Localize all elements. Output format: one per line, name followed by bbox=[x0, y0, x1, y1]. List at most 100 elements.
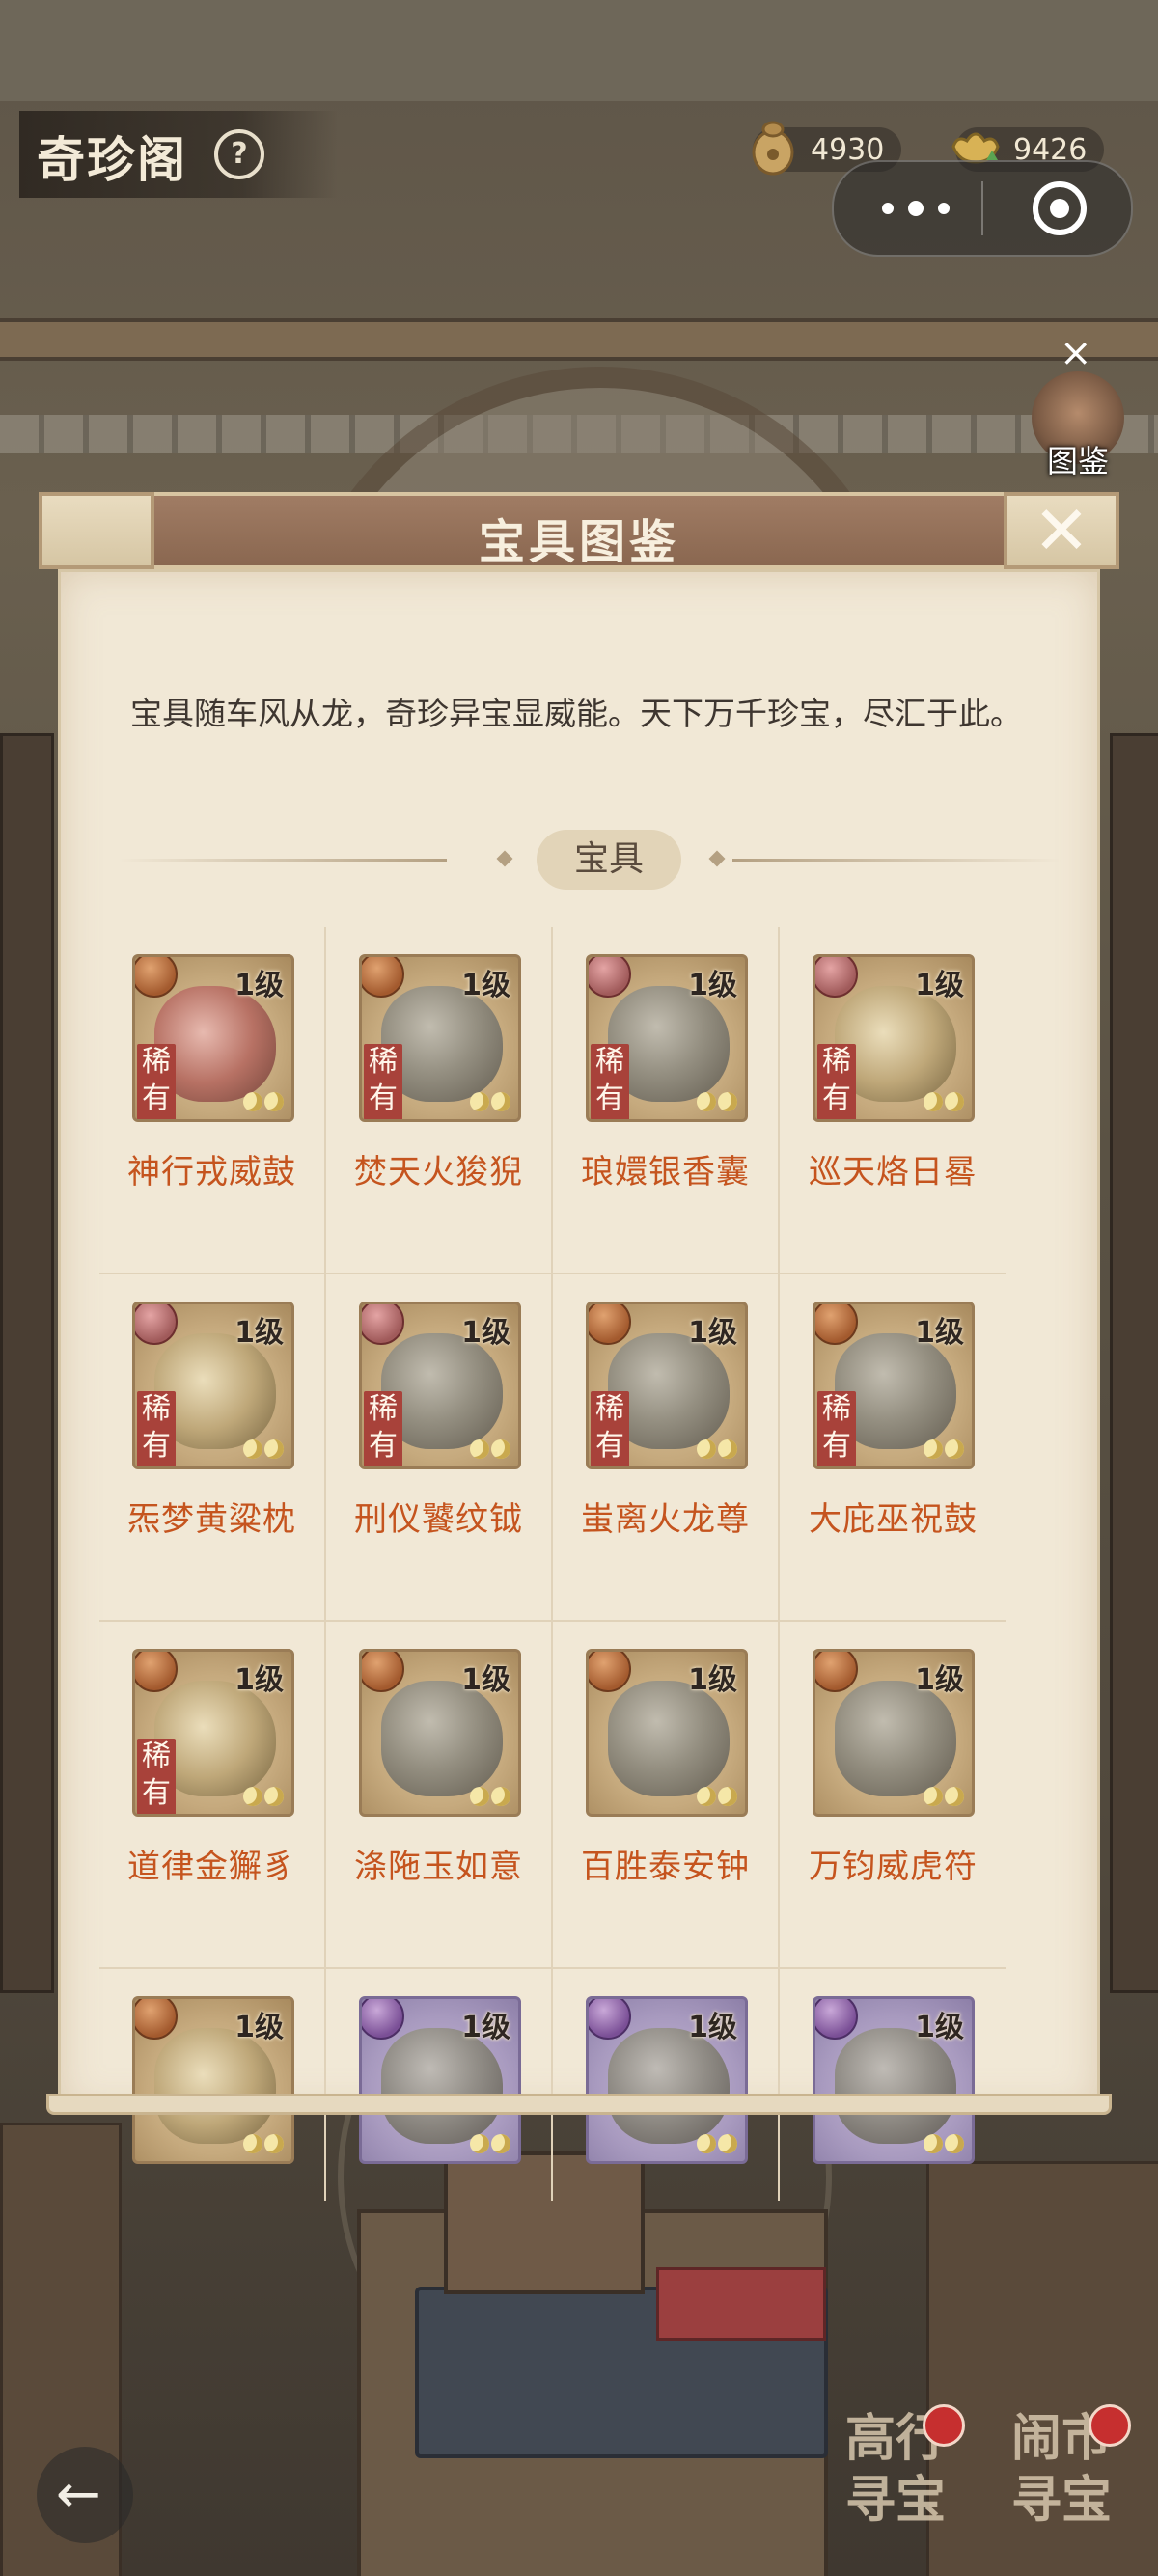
treasure-card: 1级稀有 bbox=[586, 1302, 748, 1469]
treasure-item[interactable]: 1级稀有大庇巫祝鼓 bbox=[780, 1274, 1006, 1622]
treasure-card: 1级 bbox=[586, 1996, 748, 2164]
section-divider-left bbox=[119, 859, 447, 862]
scroll-roller bbox=[46, 2094, 1112, 2115]
treasure-card: 1级稀有 bbox=[359, 954, 521, 1122]
level-label: 1级 bbox=[915, 2011, 964, 2044]
treasure-card: 1级 稀有 bbox=[132, 1649, 294, 1817]
level-label: 1级 bbox=[461, 2011, 510, 2044]
catalog-shortcut[interactable]: 图鉴 bbox=[1025, 371, 1131, 480]
treasure-grid-viewport[interactable]: 1级 稀有 神行戎威鼓 1级 稀有 焚天火狻猊 1级 稀有 琅嬛银香囊 1级 稀有 巡天烙日晷 1级 稀有… bbox=[99, 927, 1006, 2201]
quality-emblem-icon bbox=[135, 957, 178, 998]
treasure-card: 1级稀有 bbox=[359, 1302, 521, 1469]
treasure-item[interactable]: 1级稀有炁梦黄粱枕 bbox=[99, 1274, 326, 1622]
treasure-name: 涤陁玉如意 bbox=[354, 1848, 523, 1886]
quality-emblem-icon bbox=[362, 1999, 404, 2040]
shortcut-treasure-hunt-a[interactable]: 高行寻宝 bbox=[828, 2404, 965, 2553]
quality-emblem-icon bbox=[362, 1304, 404, 1345]
dialog-header: 宝具图鉴 ✕ bbox=[39, 492, 1119, 569]
treasure-card: 1级 bbox=[813, 1996, 975, 2164]
rare-badge: 稀有 bbox=[817, 1391, 856, 1466]
more-options-icon[interactable] bbox=[882, 191, 950, 226]
treasure-name: 炁梦黄粱枕 bbox=[127, 1500, 296, 1539]
treasure-item[interactable]: 1级 百胜泰安钟 bbox=[553, 1622, 780, 1969]
level-label: 1级 bbox=[461, 1663, 510, 1697]
treasure-card: 1级稀有 bbox=[813, 954, 975, 1122]
treasure-card: 1级稀有 bbox=[813, 1302, 975, 1469]
side-close-icon[interactable]: × bbox=[1060, 334, 1092, 372]
level-label: 1级 bbox=[915, 1316, 964, 1350]
treasure-card: 1级 稀有 bbox=[586, 954, 748, 1122]
treasure-catalog-dialog: 宝具随车风从龙，奇珍异宝显威能。天下万千珍宝，尽汇于此。 宝具 1级 稀有 神行戎威… bbox=[39, 492, 1119, 2201]
notification-dot bbox=[1089, 2404, 1131, 2447]
treasure-item[interactable]: 1级涤陁玉如意 bbox=[326, 1622, 553, 1969]
exit-target-icon[interactable] bbox=[1033, 181, 1087, 235]
level-label: 1级 bbox=[915, 969, 964, 1002]
treasure-item[interactable]: 1级稀有焚天火狻猊 bbox=[326, 927, 553, 1274]
star-moon-icon bbox=[924, 1787, 966, 1808]
treasure-item[interactable]: 1级 稀有 蚩离火龙尊 bbox=[553, 1274, 780, 1622]
quality-emblem-icon bbox=[589, 957, 631, 998]
treasure-name: 焚天火狻猊 bbox=[354, 1153, 523, 1192]
page-title: 奇珍阁 bbox=[37, 131, 187, 188]
treasure-card: 1级 bbox=[359, 1649, 521, 1817]
rare-badge: 稀有 bbox=[591, 1391, 629, 1466]
star-moon-icon bbox=[924, 2134, 966, 2155]
dialog-close-button[interactable]: ✕ bbox=[1015, 497, 1108, 564]
level-label: 1级 bbox=[688, 1316, 737, 1350]
quality-emblem-icon bbox=[589, 1652, 631, 1692]
treasure-name: 琅嬛银香囊 bbox=[581, 1153, 750, 1192]
treasure-artwork bbox=[835, 1681, 956, 1796]
star-moon-icon bbox=[243, 2134, 286, 2155]
back-button[interactable]: ← bbox=[37, 2447, 133, 2543]
star-moon-icon bbox=[470, 1787, 512, 1808]
ceiling-beam bbox=[0, 318, 1158, 361]
help-icon[interactable]: ? bbox=[214, 129, 264, 179]
section-divider-right bbox=[732, 859, 1061, 862]
star-moon-icon bbox=[697, 2134, 739, 2155]
treasure-name: 大庇巫祝鼓 bbox=[809, 1500, 978, 1539]
level-label: 1级 bbox=[234, 2011, 284, 2044]
treasure-item[interactable]: 1级 稀有琅嬛银香囊 bbox=[553, 927, 780, 1274]
treasure-name: 道律金獬豸 bbox=[127, 1848, 296, 1886]
treasure-item[interactable]: 1级 bbox=[326, 1969, 553, 2201]
treasure-item[interactable]: 1级 bbox=[553, 1969, 780, 2201]
rare-badge: 稀有 bbox=[364, 1391, 402, 1466]
catalog-shortcut-label: 图鉴 bbox=[1046, 443, 1109, 480]
treasure-item[interactable]: 1级 稀有道律金獬豸 bbox=[99, 1622, 326, 1969]
level-label: 1级 bbox=[461, 1316, 510, 1350]
quality-emblem-icon bbox=[135, 1304, 178, 1345]
treasure-card: 1级 bbox=[586, 1649, 748, 1817]
quality-emblem-icon bbox=[362, 957, 404, 998]
star-moon-icon bbox=[243, 1787, 286, 1808]
quality-emblem-icon bbox=[135, 1999, 178, 2040]
star-moon-icon bbox=[243, 1092, 286, 1113]
star-moon-icon bbox=[470, 1092, 512, 1113]
treasure-item[interactable]: 1级 万钧威虎符 bbox=[780, 1622, 1006, 1969]
quality-emblem-icon bbox=[135, 1652, 178, 1692]
level-label: 1级 bbox=[915, 1663, 964, 1697]
treasure-card: 1级 bbox=[813, 1649, 975, 1817]
treasure-item[interactable]: 1级稀有巡天烙日晷 bbox=[780, 927, 1006, 1274]
treasure-item[interactable]: 1级 bbox=[99, 1969, 326, 2201]
treasure-artwork bbox=[608, 2028, 730, 2144]
treasure-card: 1级 bbox=[132, 1996, 294, 2164]
treasure-item[interactable]: 1级稀有刑仪饕纹钺 bbox=[326, 1274, 553, 1622]
level-label: 1级 bbox=[688, 969, 737, 1002]
level-label: 1级 bbox=[234, 1663, 284, 1697]
level-label: 1级 bbox=[461, 969, 510, 1002]
level-label: 1级 bbox=[234, 1316, 284, 1350]
treasure-name: 神行戎威鼓 bbox=[127, 1153, 296, 1192]
treasure-name: 刑仪饕纹钺 bbox=[354, 1500, 523, 1539]
treasure-name: 巡天烙日晷 bbox=[809, 1153, 978, 1192]
rare-badge: 稀有 bbox=[364, 1044, 402, 1119]
quality-emblem-icon bbox=[815, 957, 858, 998]
rare-badge: 稀有 bbox=[137, 1391, 176, 1466]
shortcut-treasure-hunt-b[interactable]: 闹市寻宝 bbox=[994, 2404, 1131, 2553]
treasure-item[interactable]: 1级 稀有 神行戎威鼓 bbox=[99, 927, 326, 1274]
treasure-artwork bbox=[154, 2028, 276, 2144]
level-label: 1级 bbox=[234, 969, 284, 1002]
treasure-item[interactable]: 1级 bbox=[780, 1969, 1006, 2201]
red-case bbox=[656, 2267, 826, 2341]
star-moon-icon bbox=[697, 1787, 739, 1808]
rare-badge: 稀有 bbox=[817, 1044, 856, 1119]
